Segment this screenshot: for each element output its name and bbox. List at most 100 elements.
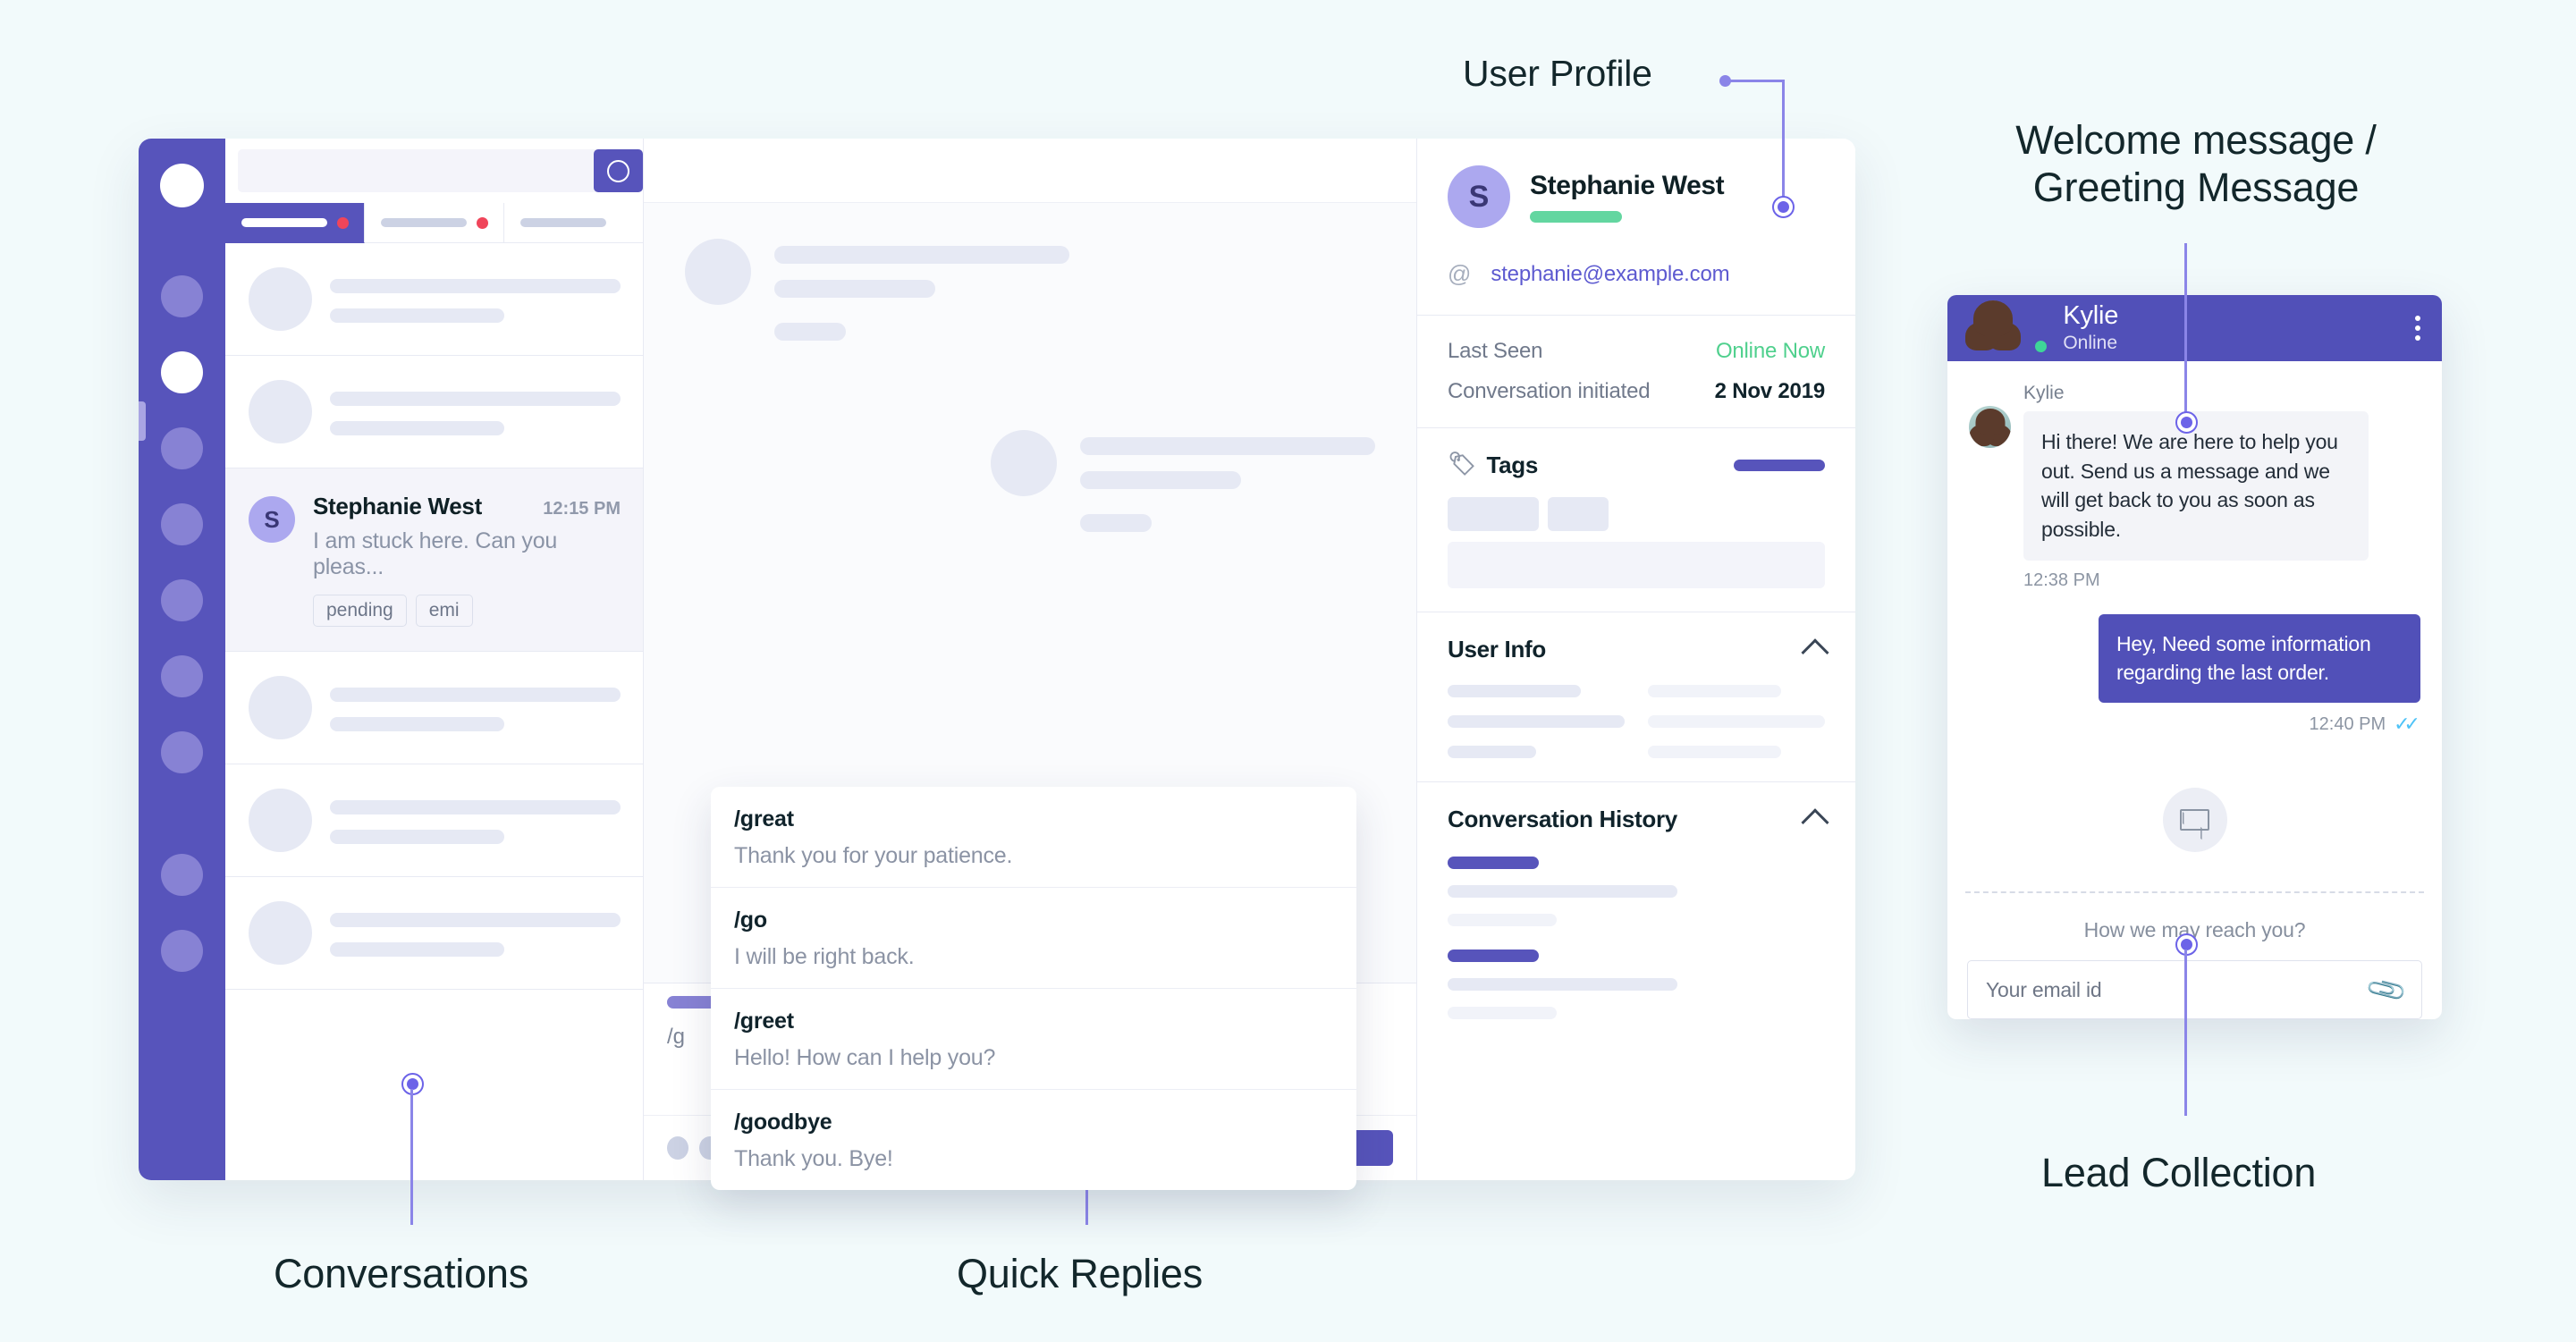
tab-closed[interactable] <box>504 203 643 243</box>
nav-item-3-icon[interactable] <box>161 427 203 469</box>
quick-reply-item[interactable]: /go I will be right back. <box>711 888 1356 989</box>
tab-label-placeholder <box>380 218 467 227</box>
avatar <box>249 676 312 739</box>
meta-value: 2 Nov 2019 <box>1714 379 1826 403</box>
annotation-anchor <box>2175 411 2198 434</box>
quick-reply-text: Thank you for your patience. <box>734 843 1013 868</box>
quick-reply-text: I will be right back. <box>734 944 915 969</box>
message-sender: Kylie <box>2023 383 2065 404</box>
quick-reply-item[interactable]: /great Thank you for your patience. <box>711 787 1356 888</box>
annotation-anchor <box>2175 933 2198 956</box>
paperclip-icon[interactable]: 📎 <box>2364 967 2410 1012</box>
nav-item-6-icon[interactable] <box>161 655 203 697</box>
quick-reply-item[interactable]: /goodbye Thank you. Bye! <box>711 1090 1356 1190</box>
list-item[interactable] <box>225 652 643 764</box>
avatar <box>249 901 312 965</box>
user-info-section: User Info <box>1417 612 1855 781</box>
avatar: S <box>1448 165 1510 228</box>
tab-open[interactable] <box>225 203 365 243</box>
conversations-panel: S Stephanie West 12:15 PM I am stuck her… <box>225 139 644 1180</box>
message-time: 12:38 PM <box>2023 570 2100 590</box>
widget-header: ‹ Kylie Online <box>1947 295 2442 362</box>
meta-row-last-seen: Last Seen Online Now <box>1448 339 1825 364</box>
history-item[interactable] <box>1448 857 1825 926</box>
annotation-anchor <box>1772 196 1795 218</box>
nav-item-2-icon[interactable] <box>161 351 203 393</box>
conversation-snippet: I am stuck here. Can you pleas... <box>313 528 558 579</box>
emoji-icon[interactable] <box>667 1136 688 1160</box>
nav-item-9-icon[interactable] <box>161 930 203 972</box>
tag-chip-pending[interactable]: pending <box>313 595 407 627</box>
tag-input[interactable] <box>1448 542 1825 588</box>
tag-chip-list <box>1448 497 1825 531</box>
list-item[interactable] <box>225 764 643 877</box>
profile-email[interactable]: stephanie@example.com <box>1491 262 1729 287</box>
user-info-placeholders <box>1448 685 1825 758</box>
profile-name: Stephanie West <box>1530 171 1725 200</box>
app-logo-icon[interactable] <box>160 164 204 207</box>
conversation-list[interactable]: S Stephanie West 12:15 PM I am stuck her… <box>225 243 643 1180</box>
profile-status-placeholder <box>1530 211 1622 223</box>
avatar: S <box>249 496 295 543</box>
list-item[interactable] <box>225 877 643 990</box>
annotation-lead-collection: Lead Collection <box>2041 1150 2317 1195</box>
annotation-conversations: Conversations <box>274 1251 529 1296</box>
annotation-user-profile: User Profile <box>1463 53 1652 94</box>
annotation-quick-replies: Quick Replies <box>957 1251 1204 1296</box>
message-incoming-placeholder <box>685 239 1375 341</box>
annotation-line <box>2184 243 2187 417</box>
tab-badge-dot <box>476 216 488 229</box>
tab-pending[interactable] <box>365 203 504 243</box>
nav-item-7-icon[interactable] <box>161 731 203 773</box>
quick-reply-command: /goodbye <box>734 1110 832 1135</box>
annotation-line <box>1782 80 1785 201</box>
annotation-welcome-message: Welcome message / Greeting Message <box>2015 117 2377 211</box>
email-field[interactable]: Your email id 📎 <box>1967 960 2422 1019</box>
online-status-dot <box>2033 339 2049 355</box>
tags-section: 🏷 Tags <box>1417 427 1855 612</box>
read-receipt-icon: ✓✓ <box>2394 713 2420 735</box>
chevron-up-icon[interactable] <box>1801 807 1829 836</box>
user-message: Hey, Need some information regarding the… <box>2099 613 2420 703</box>
avatar <box>249 789 312 852</box>
chevron-up-icon[interactable] <box>1801 637 1829 666</box>
chat-widget: ‹ Kylie Online Kylie Hi there! We are he… <box>1947 295 2442 1019</box>
agent-name: Kylie <box>2063 301 2119 331</box>
conversation-tag-chips: pending emi <box>313 595 621 627</box>
section-title: Tags <box>1486 452 1539 478</box>
message-time: 12:40 PM <box>2309 713 2386 734</box>
tab-badge-dot <box>336 216 349 229</box>
quick-reply-item[interactable]: /greet Hello! How can I help you? <box>711 989 1356 1090</box>
nav-item-1-icon[interactable] <box>161 275 203 317</box>
profile-meta: Last Seen Online Now Conversation initia… <box>1417 315 1855 427</box>
tag-chip-placeholder[interactable] <box>1448 497 1539 531</box>
list-item-selected[interactable]: S Stephanie West 12:15 PM I am stuck her… <box>225 468 643 652</box>
kebab-menu-icon[interactable] <box>2415 316 2420 342</box>
conversation-time: 12:15 PM <box>543 499 621 519</box>
quick-replies-popup[interactable]: /great Thank you for your patience. /go … <box>711 787 1356 1190</box>
search-button[interactable] <box>594 149 643 192</box>
conversation-name: Stephanie West <box>313 493 482 519</box>
nav-item-5-icon[interactable] <box>161 579 203 621</box>
annotation-line <box>2184 950 2187 1116</box>
add-tag-button[interactable] <box>1734 460 1825 471</box>
meta-key: Last Seen <box>1448 339 1543 363</box>
section-title: User Info <box>1448 636 1546 663</box>
tag-chip-emi[interactable]: emi <box>415 595 473 627</box>
lead-collection-form: How we may reach you? Your email id 📎 <box>1947 852 2442 1019</box>
greeting-message: Hi there! We are here to help you out. S… <box>2023 411 2369 561</box>
lead-form-icon-wrap <box>1969 788 2420 852</box>
list-item[interactable] <box>225 356 643 468</box>
nav-item-4-icon[interactable] <box>161 503 203 545</box>
quick-reply-command: /go <box>734 907 767 933</box>
divider <box>1965 891 2424 893</box>
nav-item-8-icon[interactable] <box>161 854 203 896</box>
tag-chip-placeholder[interactable] <box>1548 497 1609 531</box>
meta-row-initiated: Conversation initiated 2 Nov 2019 <box>1448 379 1825 404</box>
profile-header: S Stephanie West @ stephanie@example.com <box>1417 139 1855 315</box>
tab-label-placeholder <box>519 218 606 227</box>
history-item[interactable] <box>1448 950 1825 1019</box>
list-item[interactable] <box>225 243 643 356</box>
search-input[interactable] <box>238 149 643 192</box>
avatar <box>991 430 1057 496</box>
